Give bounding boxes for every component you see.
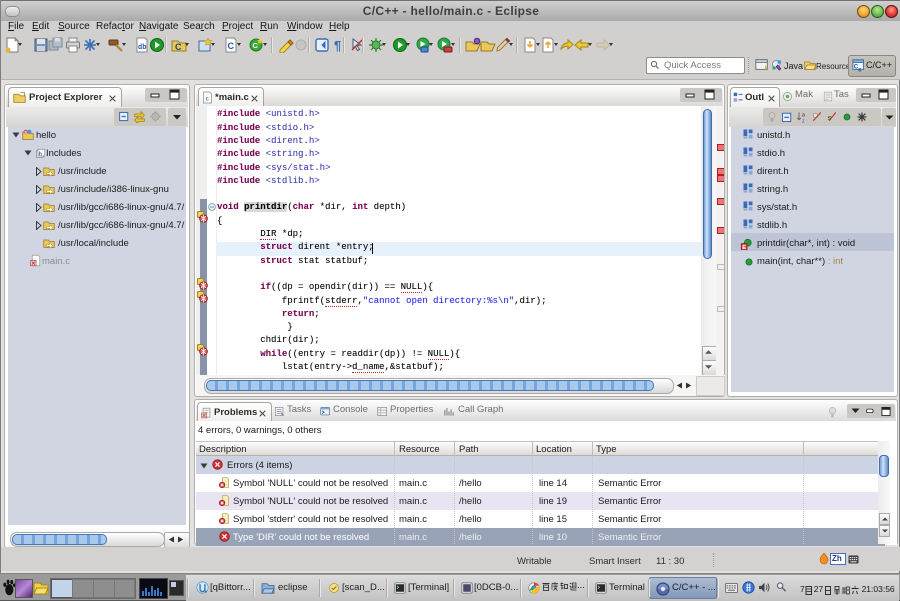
svg-text:z: z [802, 118, 805, 123]
svg-text:h: h [39, 151, 42, 157]
svg-text:c: c [205, 95, 209, 102]
svg-text:db: db [138, 44, 146, 52]
svg-text:C: C [253, 41, 259, 50]
svg-text:¶: ¶ [334, 38, 341, 53]
svg-text:S: S [24, 130, 27, 135]
svg-text:a: a [802, 112, 805, 118]
svg-text:C: C [175, 42, 182, 52]
svg-text:E: E [742, 245, 746, 250]
svg-text:c: c [858, 66, 862, 73]
svg-text:C: C [228, 41, 235, 51]
